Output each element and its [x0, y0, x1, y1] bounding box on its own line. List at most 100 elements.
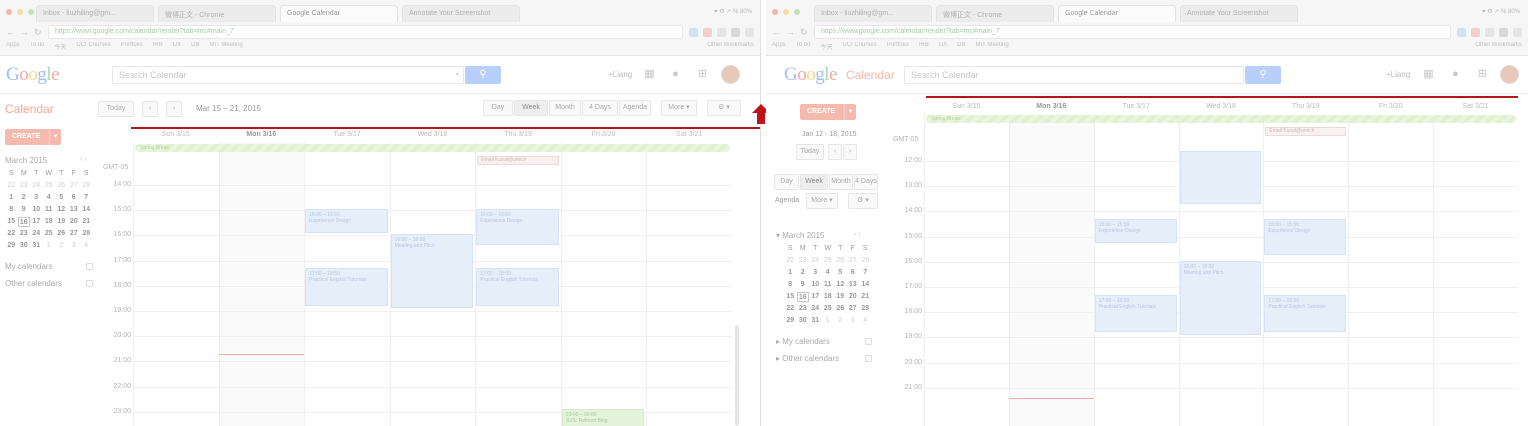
prev-week-button[interactable]: ‹ [142, 101, 158, 117]
back-icon[interactable]: ← [772, 27, 781, 37]
today-button[interactable]: Today [796, 144, 824, 160]
share-plus-icon[interactable]: ⊞ [1477, 69, 1488, 80]
mini-calendar-day[interactable]: 5 [834, 268, 847, 278]
day-column-header[interactable]: Sat 3/21 [646, 131, 732, 138]
search-button[interactable]: ⚲ [465, 66, 501, 84]
mini-calendar-day[interactable]: 1 [43, 241, 56, 251]
mini-calendar-day[interactable]: 29 [5, 241, 18, 251]
mini-calendar-day[interactable]: 24 [809, 304, 822, 314]
bookmark[interactable]: IRB [153, 42, 163, 51]
day-column-header[interactable]: Fri 3/20 [561, 131, 647, 138]
my-calendars-section[interactable]: ▸ My calendars [776, 337, 872, 346]
google-logo[interactable]: Google [6, 64, 59, 86]
browser-tab-active[interactable]: Google Calendar [280, 5, 398, 22]
mini-calendar-day[interactable]: 29 [784, 316, 797, 326]
mini-calendar-day[interactable]: 11 [822, 280, 835, 290]
calendar-event[interactable]: 17:00 – 18:50 Practical English Tutorials [305, 268, 388, 306]
day-column-header[interactable]: Sun 3/15 [133, 131, 219, 138]
mini-calendar-day[interactable]: 25 [822, 304, 835, 314]
bookmark[interactable]: Apps [772, 42, 786, 51]
mini-calendar-day[interactable]: 28 [80, 229, 93, 239]
user-name[interactable]: +Liang [1386, 70, 1410, 79]
scrollbar[interactable] [735, 325, 739, 426]
settings-button[interactable]: ⚙ ▾ [848, 193, 878, 209]
calendar-event[interactable]: 15:00 – 15:50 Experience Design [305, 208, 388, 233]
bookmark[interactable]: UCI Courses [842, 42, 876, 51]
mini-calendar-day[interactable]: 26 [834, 304, 847, 314]
view-4days-button[interactable]: 4 Days [582, 100, 618, 116]
all-day-event[interactable]: Spring Break [926, 115, 1516, 123]
browser-tab[interactable]: Inbox - liuzhiling@gm... [814, 5, 932, 22]
mini-calendar-day[interactable]: 27 [68, 181, 81, 191]
browser-tab[interactable]: Annotate Your Screenshot [1180, 5, 1298, 22]
apps-grid-icon[interactable]: ▦ [1423, 69, 1434, 80]
mini-calendar-day[interactable]: 18 [822, 292, 835, 302]
mini-calendar-day[interactable]: 30 [18, 241, 31, 251]
create-button[interactable]: CREATE ▼ [800, 104, 856, 120]
puzzle-icon[interactable] [1499, 27, 1508, 37]
view-week-button[interactable]: Week [514, 100, 548, 116]
other-calendars-menu-icon[interactable] [865, 355, 872, 362]
mini-calendar-day[interactable]: 26 [55, 229, 68, 239]
bookmark[interactable]: MIT Meeting [975, 42, 1008, 51]
mini-calendar-day[interactable]: 3 [68, 241, 81, 251]
day-column-header[interactable]: Mon 3/16 [219, 131, 305, 138]
calendar-event[interactable]: 17:00 – 18:50 Practical English Tutorials [1264, 294, 1347, 333]
mini-calendar-day[interactable]: 27 [847, 256, 860, 266]
back-icon[interactable]: ← [6, 27, 15, 37]
mini-calendar-day[interactable]: 3 [847, 316, 860, 326]
calendar-event[interactable]: 15:00 – 15:50 Experience Design [476, 208, 559, 246]
next-week-button[interactable]: › [166, 101, 182, 117]
mini-calendar-day[interactable]: 2 [18, 193, 31, 203]
forward-icon[interactable]: → [20, 27, 29, 37]
view-agenda-button[interactable]: Agenda [775, 197, 799, 204]
mini-calendar-day[interactable]: 22 [5, 229, 18, 239]
calendar-event[interactable]: 16:00 – 18:50 Meeting and Pitch [1179, 260, 1262, 335]
all-day-event[interactable]: Spring Break [135, 144, 730, 152]
other-bookmarks[interactable]: Other Bookmarks [1475, 42, 1522, 51]
gmail-icon[interactable] [703, 27, 712, 37]
view-day-button[interactable]: Day [483, 100, 513, 116]
bookmark[interactable]: MIT Meeting [209, 42, 242, 51]
bookmark[interactable]: To do [30, 42, 45, 51]
mini-calendar-day[interactable]: 26 [834, 256, 847, 266]
mini-calendar-day[interactable]: 1 [5, 193, 18, 203]
mini-calendar-day[interactable]: 15 [5, 217, 18, 227]
mini-calendar-day[interactable]: 13 [847, 280, 860, 290]
mini-calendar-day[interactable]: 20 [847, 292, 860, 302]
address-input[interactable]: https://www.google.com/calendar/render?t… [814, 25, 1451, 39]
mini-calendar-day[interactable]: 15 [784, 292, 797, 302]
mini-calendar-day[interactable]: 2 [797, 268, 810, 278]
all-day-task-chip[interactable]: Email Kunal@umich [477, 156, 559, 165]
browser-tab[interactable]: Annotate Your Screenshot [402, 5, 520, 22]
mini-calendar-day[interactable]: 19 [55, 217, 68, 227]
mail-icon[interactable] [689, 27, 698, 37]
menu-icon[interactable] [1513, 27, 1522, 37]
all-day-task-chip[interactable]: Email Kunal@umich [1265, 127, 1347, 136]
mini-calendar-day[interactable]: 28 [859, 256, 872, 266]
my-calendars-menu-icon[interactable] [865, 338, 872, 345]
mini-calendar-day[interactable]: 23 [797, 256, 810, 266]
mini-calendar-day[interactable]: 27 [68, 229, 81, 239]
view-week-button[interactable]: Week [800, 174, 828, 190]
drive-icon[interactable] [1485, 27, 1494, 37]
google-logo[interactable]: Google [784, 64, 837, 86]
mini-calendar-day[interactable]: 30 [797, 316, 810, 326]
search-options-icon[interactable]: ▼ [455, 72, 460, 78]
reload-icon[interactable]: ↻ [800, 27, 808, 38]
view-month-button[interactable]: Month [829, 174, 853, 190]
close-window-icon[interactable] [6, 9, 12, 15]
mini-calendar-day[interactable]: 5 [55, 193, 68, 203]
notifications-icon[interactable]: ● [670, 69, 681, 80]
mini-calendar-day[interactable]: 4 [80, 241, 93, 251]
avatar[interactable] [721, 65, 740, 84]
mini-calendar-nav[interactable]: ‹ › [80, 156, 87, 163]
mini-calendar-day[interactable]: 2 [834, 316, 847, 326]
calendar-event[interactable]: 15:00 – 15:50 Experience Design [1094, 218, 1177, 243]
mini-calendar-day[interactable]: 21 [859, 292, 872, 302]
mini-calendar-day[interactable]: 8 [784, 280, 797, 290]
mini-calendar-day[interactable]: 12 [55, 205, 68, 215]
mini-calendar-day[interactable]: 3 [809, 268, 822, 278]
mini-calendar-day[interactable]: 10 [809, 280, 822, 290]
today-button[interactable]: Today [98, 101, 134, 117]
